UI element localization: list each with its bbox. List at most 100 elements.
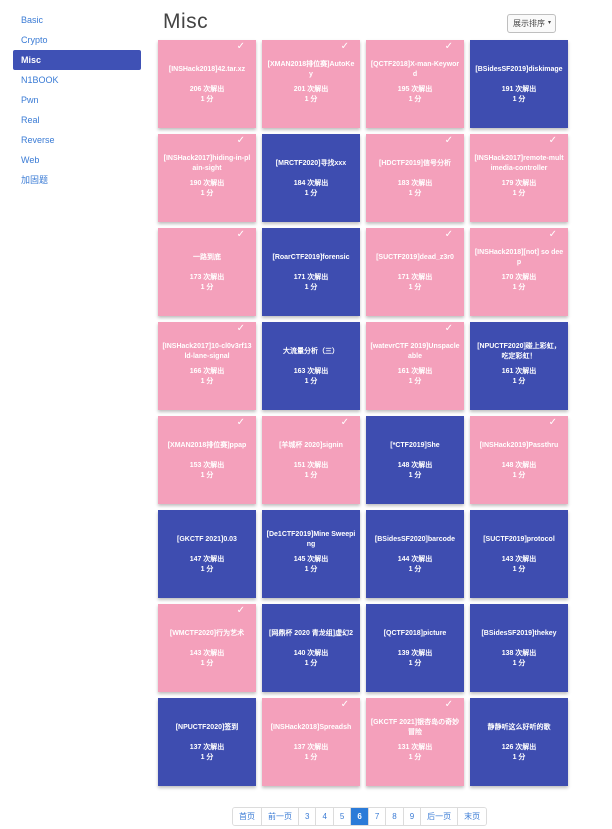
- page-link-9[interactable]: 9: [402, 808, 421, 825]
- challenge-card[interactable]: ✓ [INSHack2018]42.tar.xz 206 次解出 1 分: [158, 40, 256, 128]
- challenge-card[interactable]: ✓ [GKCTF 2021]银杏岛の奇妙冒险 131 次解出 1 分: [366, 698, 464, 786]
- challenge-score: 1 分: [200, 754, 214, 761]
- sidebar-item-3[interactable]: Misc: [13, 50, 141, 70]
- challenge-card[interactable]: ✓ [XMAN2018排位赛]ppap 153 次解出 1 分: [158, 416, 256, 504]
- challenge-score: 1 分: [408, 660, 422, 667]
- challenge-score: 1 分: [200, 378, 214, 385]
- challenge-card[interactable]: ✓ [INSHack2018][not] so deep 170 次解出 1 分: [470, 228, 568, 316]
- sidebar-item-5[interactable]: Pwn: [13, 90, 141, 110]
- challenge-score: 1 分: [512, 660, 526, 667]
- challenge-card[interactable]: [De1CTF2019]Mine Sweeping 145 次解出 1 分: [262, 510, 360, 598]
- challenge-card[interactable]: ✓ [INSHack2017]hiding-in-plain-sight 190 次…: [158, 134, 256, 222]
- page-link-1[interactable]: 首页: [233, 808, 261, 825]
- challenge-card[interactable]: ✓ [INSHack2017]remote-multimedia-controll…: [470, 134, 568, 222]
- challenge-score: 1 分: [408, 96, 422, 103]
- challenge-card[interactable]: [QCTF2018]picture 139 次解出 1 分: [366, 604, 464, 692]
- challenge-score: 1 分: [200, 660, 214, 667]
- challenge-card[interactable]: ✓ [羊城杯 2020]signin 151 次解出 1 分: [262, 416, 360, 504]
- sidebar-item-8[interactable]: Web: [13, 150, 141, 170]
- challenge-card[interactable]: [RoarCTF2019]forensic 171 次解出 1 分: [262, 228, 360, 316]
- sidebar-item-2[interactable]: Crypto: [13, 30, 141, 50]
- challenge-card[interactable]: ✓ [XMAN2018排位赛]AutoKey 201 次解出 1 分: [262, 40, 360, 128]
- chevron-down-icon: ▾: [547, 20, 551, 26]
- challenge-solves: 206 次解出: [189, 86, 225, 93]
- challenge-card[interactable]: ✓ [QCTF2018]X-man-Keyword 195 次解出 1 分: [366, 40, 464, 128]
- challenge-title-box: [De1CTF2019]Mine Sweeping: [266, 524, 356, 556]
- page-link-8[interactable]: 8: [385, 808, 403, 825]
- page-link-5[interactable]: 5: [332, 808, 351, 825]
- challenge-solves: 139 次解出: [397, 650, 433, 657]
- sidebar-item-4[interactable]: N1BOOK: [13, 70, 141, 90]
- challenge-card[interactable]: [SUCTF2019]protocol 143 次解出 1 分: [470, 510, 568, 598]
- sidebar-item-1[interactable]: Basic: [13, 10, 141, 30]
- page-link-6[interactable]: 6: [350, 808, 368, 825]
- challenge-card[interactable]: ✓ [HDCTF2019]信号分析 183 次解出 1 分: [366, 134, 464, 222]
- page-link-11[interactable]: 末页: [457, 808, 487, 825]
- challenge-card[interactable]: ✓ [WMCTF2020]行为艺术 143 次解出 1 分: [158, 604, 256, 692]
- challenge-card[interactable]: 大流量分析（三） 163 次解出 1 分: [262, 322, 360, 410]
- challenge-score: 1 分: [408, 284, 422, 291]
- challenge-card[interactable]: [NPUCTF2020]碰上彩虹，吃定彩虹！ 161 次解出 1 分: [470, 322, 568, 410]
- challenge-title-box: [网鼎杯 2020 青龙组]虚幻2: [266, 618, 356, 650]
- challenge-card[interactable]: [NPUCTF2020]签到 137 次解出 1 分: [158, 698, 256, 786]
- challenge-solves: 126 次解出: [501, 744, 537, 751]
- check-icon: ✓: [444, 699, 453, 710]
- page-link-10[interactable]: 后一页: [420, 808, 458, 825]
- challenge-score: 1 分: [304, 284, 318, 291]
- page-link-7[interactable]: 7: [367, 808, 386, 825]
- sidebar-item-7[interactable]: Reverse: [13, 130, 141, 150]
- challenge-card[interactable]: [BSidesSF2019]thekey 138 次解出 1 分: [470, 604, 568, 692]
- challenge-card[interactable]: [BSidesSF2019]diskimage 191 次解出 1 分: [470, 40, 568, 128]
- challenge-card[interactable]: ✓ [INSHack2018]Spreadsh 137 次解出 1 分: [262, 698, 360, 786]
- challenge-solves: 144 次解出: [397, 556, 433, 563]
- challenge-card[interactable]: ✓ [INSHack2019]Passthru 148 次解出 1 分: [470, 416, 568, 504]
- challenge-solves: 153 次解出: [189, 462, 225, 469]
- challenge-title-box: [watevrCTF 2019]Unspacleable: [370, 336, 460, 368]
- challenge-title: [GKCTF 2021]银杏岛の奇妙冒险: [370, 719, 460, 736]
- challenge-card[interactable]: [MRCTF2020]寻找xxx 184 次解出 1 分: [262, 134, 360, 222]
- sort-dropdown[interactable]: 展示排序 ▾: [507, 14, 556, 33]
- challenge-card[interactable]: ✓ [watevrCTF 2019]Unspacleable 161 次解出 1 分: [366, 322, 464, 410]
- check-icon: ✓: [444, 135, 453, 146]
- challenge-score: 1 分: [512, 472, 526, 479]
- challenge-title-box: [BSidesSF2019]thekey: [474, 618, 564, 650]
- challenge-card[interactable]: ✓ [SUCTF2019]dead_z3r0 171 次解出 1 分: [366, 228, 464, 316]
- challenge-card[interactable]: [GKCTF 2021]0.03 147 次解出 1 分: [158, 510, 256, 598]
- challenge-title-box: [GKCTF 2021]0.03: [162, 524, 252, 556]
- page-link-4[interactable]: 4: [315, 808, 333, 825]
- challenge-title-box: [INSHack2017]remote-multimedia-controlle…: [474, 148, 564, 180]
- challenge-solves: 161 次解出: [501, 368, 537, 375]
- challenge-score: 1 分: [408, 566, 422, 573]
- check-icon: ✓: [236, 135, 245, 146]
- challenge-title-box: [SUCTF2019]protocol: [474, 524, 564, 556]
- challenge-title-box: [GKCTF 2021]银杏岛の奇妙冒险: [370, 712, 460, 744]
- challenge-title: [HDCTF2019]信号分析: [379, 160, 451, 167]
- challenge-score: 1 分: [408, 378, 422, 385]
- page-link-2[interactable]: 前一页: [261, 808, 298, 825]
- challenge-solves: 138 次解出: [501, 650, 537, 657]
- challenge-score: 1 分: [200, 472, 214, 479]
- challenge-card[interactable]: [*CTF2019]She 148 次解出 1 分: [366, 416, 464, 504]
- challenge-card[interactable]: ✓ [INSHack2017]10-cl0v3rf13ld-lane-signal…: [158, 322, 256, 410]
- sidebar-item-9[interactable]: 加固题: [13, 170, 141, 190]
- challenge-score: 1 分: [512, 284, 526, 291]
- challenge-title-box: [INSHack2017]hiding-in-plain-sight: [162, 148, 252, 180]
- challenge-score: 1 分: [512, 378, 526, 385]
- challenge-solves: 148 次解出: [501, 462, 537, 469]
- challenge-title-box: [INSHack2017]10-cl0v3rf13ld-lane-signal: [162, 336, 252, 368]
- challenge-title-box: 静静听这么好听的歌: [474, 712, 564, 744]
- page-link-3[interactable]: 3: [298, 808, 316, 825]
- challenge-score: 1 分: [304, 378, 318, 385]
- challenge-solves: 190 次解出: [189, 180, 225, 187]
- challenge-title: [NPUCTF2020]碰上彩虹，吃定彩虹！: [477, 343, 561, 360]
- challenge-title: [BSidesSF2020]barcode: [374, 536, 456, 543]
- challenge-solves: 151 次解出: [293, 462, 329, 469]
- check-icon: ✓: [548, 229, 557, 240]
- challenge-card[interactable]: [网鼎杯 2020 青龙组]虚幻2 140 次解出 1 分: [262, 604, 360, 692]
- check-icon: ✓: [236, 417, 245, 428]
- challenge-card[interactable]: [BSidesSF2020]barcode 144 次解出 1 分: [366, 510, 464, 598]
- challenge-card[interactable]: 静静听这么好听的歌 126 次解出 1 分: [470, 698, 568, 786]
- sidebar-item-6[interactable]: Real: [13, 110, 141, 130]
- challenge-title: [SUCTF2019]protocol: [483, 536, 555, 543]
- challenge-card[interactable]: ✓ 一路到底 173 次解出 1 分: [158, 228, 256, 316]
